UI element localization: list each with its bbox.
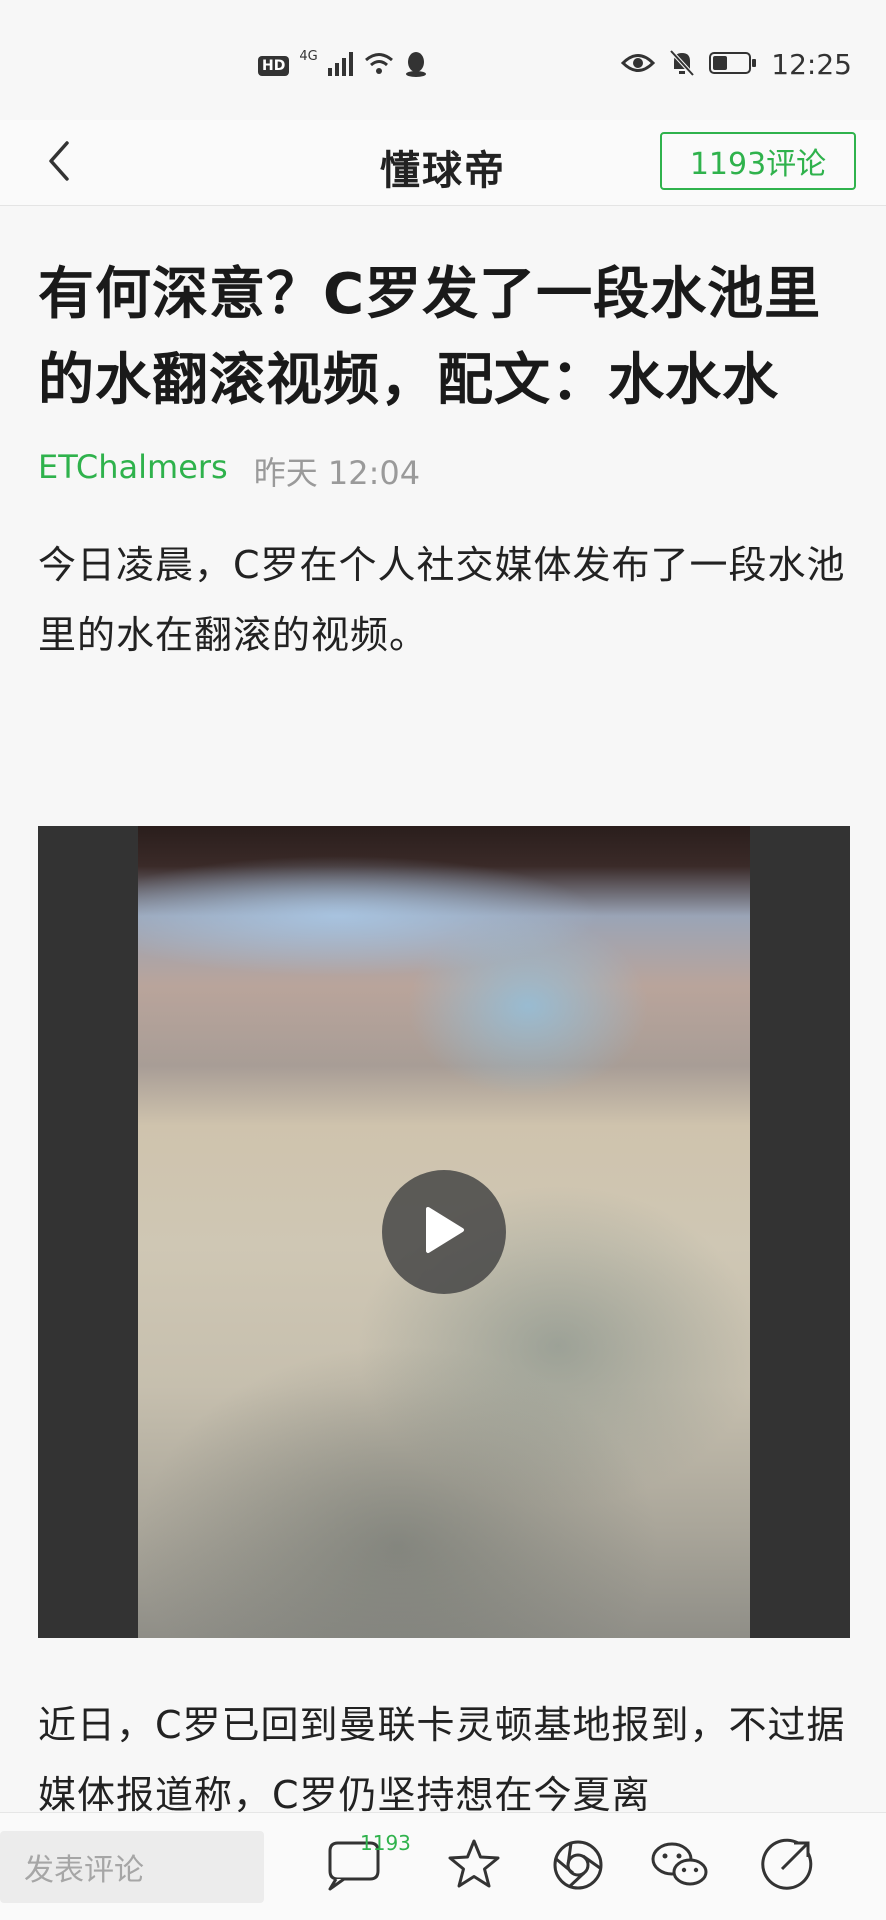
network-type: 4G	[299, 48, 318, 64]
favorite-button[interactable]	[442, 1835, 506, 1899]
article-title: 有何深意？C罗发了一段水池里的水翻滚视频，配文：水水水	[38, 262, 822, 413]
share-icon	[758, 1837, 814, 1897]
status-bar: HD 4G 12:25	[0, 0, 886, 120]
comment-input[interactable]: 发表评论	[0, 1831, 264, 1903]
wifi-icon	[364, 52, 394, 80]
status-left-icons: HD 4G	[258, 48, 428, 82]
battery-icon	[709, 51, 757, 79]
share-moments-button[interactable]	[546, 1835, 610, 1899]
share-button[interactable]	[754, 1835, 818, 1899]
wechat-icon	[650, 1839, 710, 1895]
moments-icon	[551, 1838, 605, 1896]
article-paragraph: 近日，C罗已回到曼联卡灵顿基地报到，不过据媒体报道称，C罗仍坚持想在今夏离	[38, 1703, 846, 1817]
signal-icon	[327, 52, 354, 80]
top-nav-bar: 懂球帝 1193评论	[0, 120, 886, 206]
share-wechat-button[interactable]	[648, 1835, 712, 1899]
play-button[interactable]	[382, 1170, 506, 1294]
eye-icon	[621, 52, 656, 78]
hd-icon: HD	[258, 56, 290, 76]
article-paragraph: 今日凌晨，C罗在个人社交媒体发布了一段水池里的水在翻滚的视频。	[38, 543, 846, 657]
author-link[interactable]: ETChalmers	[38, 448, 228, 494]
article: 有何深意？C罗发了一段水池里的水翻滚视频，配文：水水水 ETChalmers 昨…	[38, 206, 850, 670]
qq-penguin-icon	[404, 50, 428, 82]
bottom-toolbar: 发表评论 1193	[0, 1812, 886, 1920]
comment-count-button[interactable]: 1193评论	[660, 132, 856, 190]
video-player[interactable]	[38, 826, 850, 1638]
publish-time: 昨天 12:04	[253, 454, 421, 492]
byline: ETChalmers 昨天 12:04	[38, 448, 850, 494]
status-right-icons: 12:25	[621, 48, 852, 81]
mute-bell-icon	[669, 49, 695, 81]
star-icon	[446, 1837, 502, 1897]
clock: 12:25	[771, 48, 852, 81]
play-icon	[422, 1205, 466, 1259]
comment-count-badge: 1193	[360, 1831, 411, 1855]
